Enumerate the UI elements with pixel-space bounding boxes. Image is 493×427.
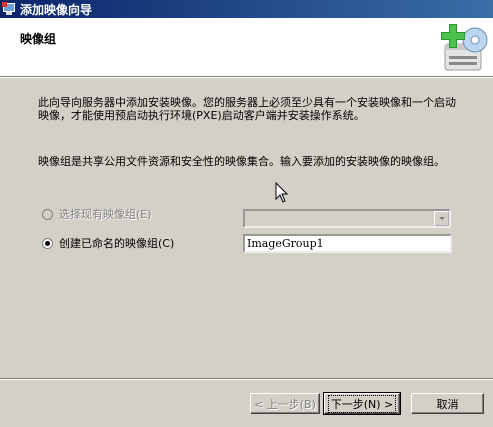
mouse-pointer-icon <box>275 182 289 203</box>
create-group-radio[interactable] <box>42 237 53 249</box>
group-name-input[interactable]: ImageGroup1 <box>243 234 452 253</box>
cancel-button[interactable]: 取消 <box>411 393 484 414</box>
image-group-description: 映像组是共享公用文件资源和安全性的映像集合。输入要添加的安装映像的映像组。 <box>38 155 445 168</box>
existing-group-select[interactable] <box>243 209 451 228</box>
existing-group-radio[interactable] <box>42 208 53 220</box>
existing-group-label: 选择现有映像组(E) <box>59 208 152 221</box>
next-button-label: 下一步(N) > <box>327 394 397 413</box>
existing-group-option[interactable]: 选择现有映像组(E) <box>42 206 152 222</box>
title-bar[interactable]: 添加映像向导 <box>0 0 493 18</box>
add-image-wizard-window: 添加映像向导 映像组 此向导向服务器中添加安装映像。您的服务器上必须至少具有一个… <box>0 0 493 427</box>
window-title: 添加映像向导 <box>20 2 93 17</box>
create-group-label: 创建已命名的映像组(C) <box>59 237 175 250</box>
wizard-app-icon <box>2 2 16 16</box>
footer-separator <box>0 378 493 380</box>
wizard-description: 此向导向服务器中添加安装映像。您的服务器上必须至少具有一个安装映像和一个启动映像… <box>38 96 456 122</box>
next-button[interactable]: 下一步(N) > <box>323 392 401 415</box>
create-group-option[interactable]: 创建已命名的映像组(C) <box>42 235 174 251</box>
wizard-header: 映像组 <box>0 18 493 77</box>
add-image-group-icon <box>441 24 488 71</box>
back-button[interactable]: < 上一步(B) <box>250 393 320 414</box>
chevron-down-icon[interactable] <box>434 211 449 226</box>
page-title: 映像组 <box>20 32 57 46</box>
